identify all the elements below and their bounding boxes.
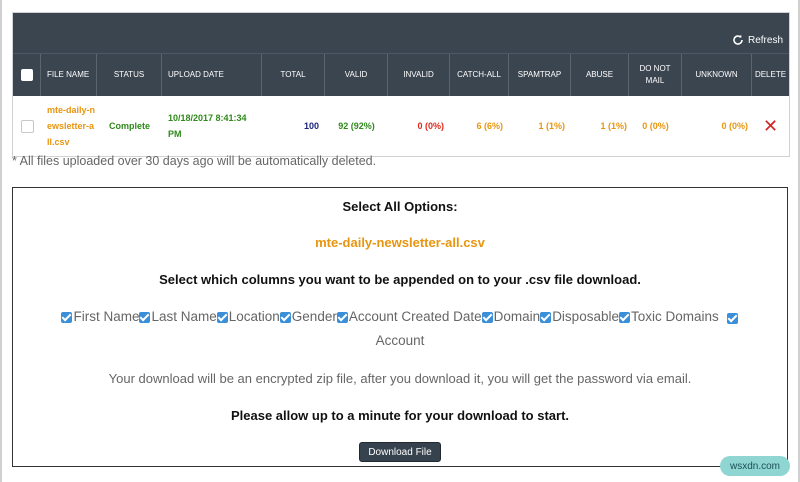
encryption-note: Your download will be an encrypted zip f… (108, 371, 692, 386)
row-checkbox[interactable] (20, 119, 34, 133)
col-catch-all: CATCH-ALL (450, 54, 509, 96)
checkbox-label: Domain (493, 309, 541, 324)
row-spamtrap: 1 (1%) (538, 121, 565, 131)
col-invalid: INVALID (388, 54, 450, 96)
wait-note: Please allow up to a minute for your dow… (230, 408, 570, 423)
col-upload-date: UPLOAD DATE (162, 54, 262, 96)
auto-delete-note: * All files uploaded over 30 days ago wi… (12, 154, 377, 168)
col-valid: VALID (325, 54, 388, 96)
table-toolbar: Refresh (13, 13, 789, 54)
checkbox-label: Disposable (552, 309, 619, 324)
checkbox-location[interactable]: Location (216, 306, 280, 328)
refresh-icon (733, 34, 743, 45)
checkbox-toxic-domains[interactable]: Toxic Domains (618, 306, 719, 328)
col-total: TOTAL (262, 54, 325, 96)
col-abuse: ABUSE (571, 54, 629, 96)
checkbox-icon[interactable] (481, 311, 493, 323)
checkbox-gender[interactable]: Gender (279, 306, 337, 328)
checkbox-label: Last Name (151, 309, 217, 324)
column-checkboxes: First Name Last Name Location Gender Account… (27, 306, 773, 352)
download-options-panel: Select All Options: mte-daily-newsletter… (12, 187, 788, 467)
table-header: Refresh FILE NAME STATUS UPLOAD DATE TOT… (13, 13, 789, 96)
row-status: Complete (108, 121, 150, 131)
checkbox-icon[interactable] (279, 311, 291, 323)
row-file-name[interactable]: mte-daily-newsletter-all.csv (41, 96, 97, 156)
select-all-checkbox[interactable] (20, 69, 33, 81)
row-delete-cell[interactable]: ✕ (752, 96, 789, 156)
checkbox-icon[interactable] (540, 311, 552, 323)
left-border (0, 0, 2, 482)
checkbox-first-name[interactable]: First Name (61, 306, 139, 328)
row-invalid: 0 (0%) (417, 121, 444, 131)
checkbox-icon[interactable] (216, 311, 228, 323)
checkbox-account-created-date[interactable]: Account Created Date (336, 306, 482, 328)
checkbox-icon[interactable] (618, 311, 630, 323)
row-do-not-mail: 0 (0%) (642, 121, 669, 131)
checkbox-account-label: Account (375, 332, 425, 348)
checkbox-icon[interactable] (61, 311, 73, 323)
download-file-button[interactable]: Download File (359, 442, 441, 462)
checkbox-domain[interactable]: Domain (481, 306, 541, 328)
refresh-button[interactable]: Refresh (732, 34, 783, 46)
col-file-name: FILE NAME (41, 54, 97, 96)
refresh-label: Refresh (747, 34, 783, 46)
options-title: Select All Options: (342, 199, 458, 214)
delete-icon[interactable]: ✕ (763, 117, 778, 135)
col-unknown: UNKNOWN (682, 54, 752, 96)
column-headers: FILE NAME STATUS UPLOAD DATE TOTAL VALID… (13, 54, 789, 96)
col-spamtrap: SPAMTRAP (509, 54, 571, 96)
row-abuse: 1 (1%) (600, 121, 627, 131)
checkbox-disposable[interactable]: Disposable (540, 306, 619, 328)
row-catch-all: 6 (6%) (476, 121, 503, 131)
checkbox-label: Toxic Domains (630, 309, 719, 324)
checkbox-last-name[interactable]: Last Name (139, 306, 217, 328)
col-delete: DELETE (754, 70, 787, 79)
select-all-checkbox-cell[interactable] (13, 54, 41, 96)
checkbox-account[interactable] (726, 312, 738, 324)
row-upload-date: 10/18/2017 8:41:34 PM (168, 113, 247, 139)
row-valid: 92 (92%) (338, 121, 375, 131)
row-total: 100 (303, 121, 319, 131)
options-file-name: mte-daily-newsletter-all.csv (315, 235, 485, 250)
options-instruction: Select which columns you want to be appe… (159, 272, 641, 287)
files-table: Refresh FILE NAME STATUS UPLOAD DATE TOT… (12, 12, 790, 157)
checkbox-label: Location (228, 309, 280, 324)
col-status: STATUS (97, 54, 162, 96)
checkbox-label: Gender (291, 309, 337, 324)
checkbox-label: Account Created Date (348, 309, 482, 324)
checkbox-icon[interactable] (336, 311, 348, 323)
checkbox-icon[interactable] (139, 311, 151, 323)
col-do-not-mail: DO NOT MAIL (629, 54, 682, 96)
checkbox-label: First Name (73, 309, 140, 324)
table-row: mte-daily-newsletter-all.csv Complete 10… (13, 96, 789, 156)
row-unknown: 0 (0%) (721, 121, 748, 131)
row-checkbox-cell[interactable] (13, 96, 41, 156)
watermark-logo: wsxdn.com (720, 456, 790, 476)
